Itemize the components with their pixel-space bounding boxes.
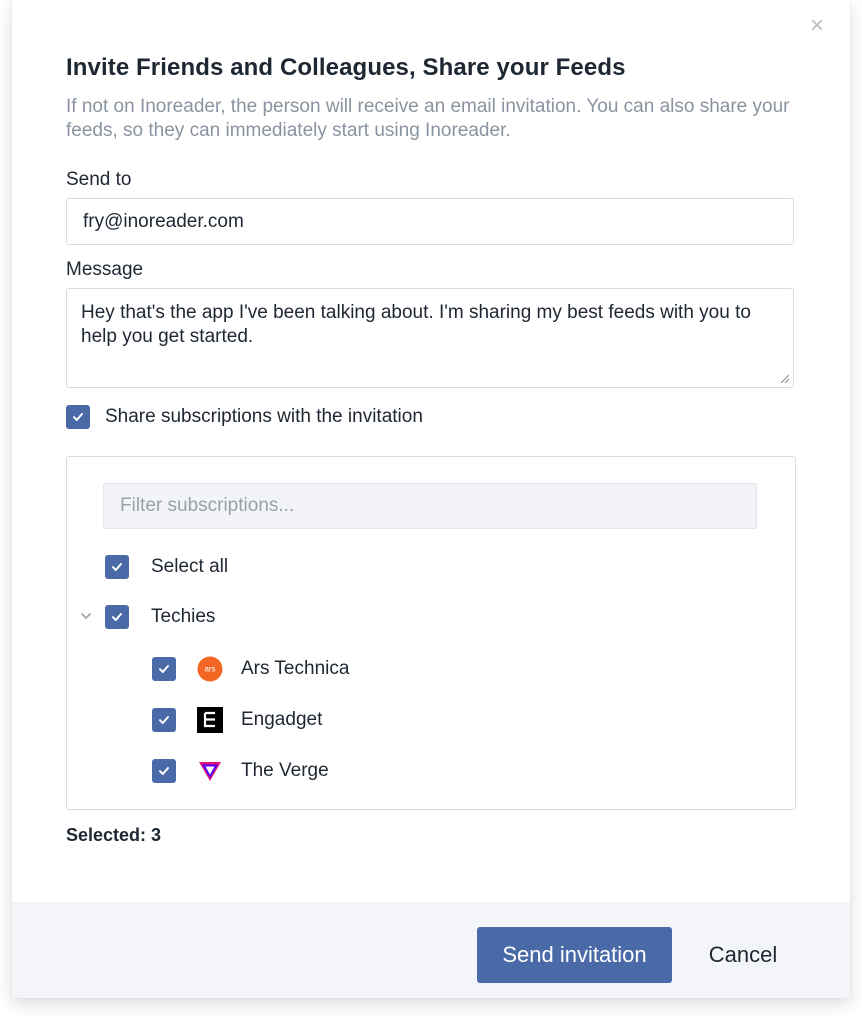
ars-icon-text: ars: [204, 665, 215, 674]
selected-count: Selected: 3: [66, 825, 162, 845]
resize-grip-icon[interactable]: [779, 373, 789, 383]
send-invitation-button[interactable]: Send invitation: [477, 927, 672, 983]
select-all-checkbox[interactable]: [105, 555, 129, 579]
feed-ars-technica-checkbox[interactable]: [152, 657, 176, 681]
cancel-button[interactable]: Cancel: [688, 927, 798, 983]
dialog-title: Invite Friends and Colleagues, Share you…: [66, 54, 626, 81]
feed-the-verge-label: The Verge: [241, 760, 329, 781]
engadget-icon: [197, 707, 223, 733]
folder-techies-label: Techies: [151, 606, 216, 627]
dialog-subtitle: If not on Inoreader, the person will rec…: [66, 96, 790, 141]
feed-engadget-checkbox[interactable]: [152, 708, 176, 732]
check-icon: [112, 563, 122, 571]
filter-subscriptions-input[interactable]: [103, 483, 757, 529]
message-textarea[interactable]: Hey that's the app I've been talking abo…: [66, 288, 794, 388]
message-label: Message: [66, 259, 144, 280]
subscriptions-panel: Select all Techies ars Ars Technica Enga…: [66, 456, 796, 810]
feed-engadget-label: Engadget: [241, 709, 323, 730]
check-icon: [159, 767, 169, 775]
ars-technica-icon: ars: [197, 656, 223, 682]
folder-techies-checkbox[interactable]: [105, 605, 129, 629]
the-verge-icon: [199, 762, 221, 781]
send-to-label: Send to: [66, 169, 132, 190]
close-icon[interactable]: ×: [810, 14, 824, 38]
check-icon: [159, 716, 169, 724]
send-to-input[interactable]: fry@inoreader.com: [66, 198, 794, 245]
dialog-footer: Send invitation Cancel: [12, 902, 850, 998]
select-all-label: Select all: [151, 556, 229, 577]
check-icon: [112, 613, 122, 621]
check-icon: [73, 413, 83, 421]
invite-dialog: × Invite Friends and Colleagues, Share y…: [12, 0, 850, 998]
message-text: Hey that's the app I've been talking abo…: [81, 302, 751, 347]
chevron-down-icon[interactable]: [79, 609, 93, 623]
feed-the-verge-checkbox[interactable]: [152, 759, 176, 783]
share-subscriptions-checkbox[interactable]: [66, 405, 90, 429]
feed-ars-technica-label: Ars Technica: [241, 658, 350, 679]
share-subscriptions-label: Share subscriptions with the invitation: [105, 406, 423, 427]
check-icon: [159, 665, 169, 673]
